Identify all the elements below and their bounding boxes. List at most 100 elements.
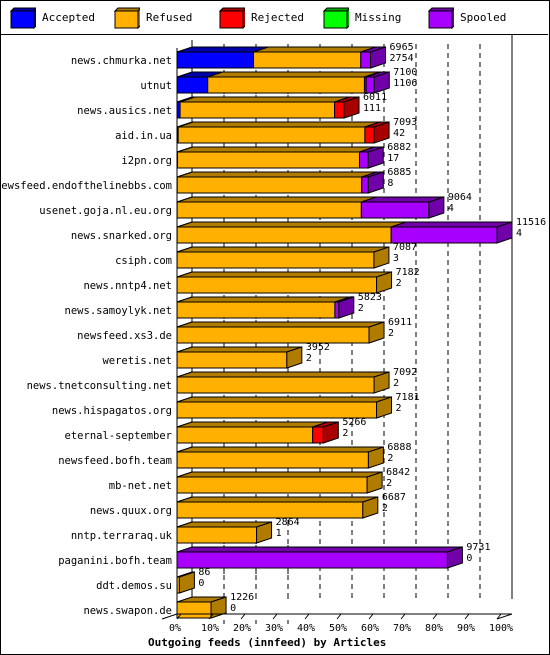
bar-group: 71812: [176, 392, 420, 419]
x-tick-label: 70%: [393, 623, 411, 634]
bar-accepted-label: 2: [358, 303, 364, 314]
bar-top-refused: [207, 71, 380, 78]
bar-total-label: 11516: [516, 217, 546, 228]
bar-accepted-label: 2: [306, 353, 312, 364]
category-label: mb-net.net: [109, 480, 172, 492]
bar-accepted-label: 42: [393, 128, 405, 139]
bar-segment-refused: [176, 201, 362, 219]
bar-segment-spooled: [390, 226, 498, 244]
bar-group: 90644: [176, 192, 472, 219]
bar-segment-refused: [176, 451, 369, 469]
x-tick-label: 50%: [329, 623, 347, 634]
bar-accepted-label: 0: [198, 578, 204, 589]
bar-total-label: 86: [198, 567, 210, 578]
bar-top-refused: [176, 221, 407, 228]
bar-segment-rejected: [364, 126, 375, 144]
bar-accepted-label: 0: [230, 603, 236, 614]
bar-segment-refused: [253, 51, 362, 69]
category-label: news.chmurka.net: [71, 55, 172, 67]
bar-total-label: 7092: [393, 367, 417, 378]
bar-accepted-label: 2: [387, 453, 393, 464]
bar-top-refused: [176, 496, 378, 503]
bar-total-label: 6911: [388, 317, 412, 328]
bar-total-label: 3952: [306, 342, 330, 353]
bar-segment-refused: [176, 526, 258, 544]
bar-accepted-label: 8: [387, 178, 393, 189]
bar-segment-spooled: [334, 301, 340, 319]
bar-group: 71822: [176, 267, 420, 294]
bar-top-refused: [177, 146, 375, 153]
category-label: usenet.goja.nl.eu.org: [39, 205, 172, 217]
category-label: nntp.terraraq.uk: [71, 530, 173, 542]
bar-total-label: 6888: [387, 442, 411, 453]
bar-group: 6011111: [176, 92, 387, 119]
bar-segment-refused: [176, 501, 364, 519]
bar-accepted-label: 4: [448, 203, 454, 214]
bar-group: 68422: [176, 467, 410, 494]
x-tick: [304, 613, 310, 620]
bar-accepted-label: 0: [466, 553, 472, 564]
bar-segment-refused: [176, 151, 360, 169]
bar-segment-accepted: [176, 51, 255, 69]
x-tick: [464, 613, 470, 620]
bar-top-refused: [176, 321, 385, 328]
x-tick-label: 0%: [169, 623, 181, 634]
x-tick: [432, 613, 438, 620]
bar-top-refused: [176, 396, 392, 403]
x-tick: [336, 613, 342, 620]
category-label: weretis.net: [102, 355, 172, 367]
bar-accepted-label: 111: [363, 103, 381, 114]
x-tick-label: 20%: [233, 623, 251, 634]
bar-top-refused: [176, 296, 351, 303]
x-tick: [240, 613, 246, 620]
category-label: news.hispagatos.org: [52, 405, 172, 417]
bar-top-refused: [176, 271, 392, 278]
bar-segment-refused: [176, 376, 375, 394]
x-tick-label: 10%: [201, 623, 219, 634]
bar-top-refused: [176, 471, 383, 478]
bar-segment-spooled: [361, 176, 369, 194]
x-tick-label: 40%: [297, 623, 315, 634]
category-label: news.ausics.net: [77, 105, 172, 117]
x-tick-label: 80%: [425, 623, 443, 634]
bar-group: 709342: [176, 117, 417, 144]
bar-group: 66872: [176, 492, 406, 519]
bar-total-label: 9064: [448, 192, 472, 203]
bar-total-label: 6885: [387, 167, 411, 178]
bar-top-refused: [176, 196, 377, 203]
bar-segment-refused: [207, 76, 365, 94]
bar-total-label: 7087: [393, 242, 417, 253]
bar-top-spooled: [176, 546, 463, 553]
category-label: news.tnetconsulting.net: [27, 380, 172, 392]
category-label: newsfeed.bofh.team: [58, 455, 172, 467]
bar-segment-spooled: [360, 201, 430, 219]
x-axis-title: Outgoing feeds (innfeed) by Articles: [148, 636, 386, 649]
bar-total-label: 6965: [390, 42, 414, 53]
bar-segment-refused: [176, 251, 375, 269]
category-label: news.samoylyk.net: [65, 305, 172, 317]
x-tick-label: 60%: [361, 623, 379, 634]
bar-top-refused: [178, 121, 381, 128]
x-tick: [400, 613, 406, 620]
bar-accepted-label: 3: [393, 253, 399, 264]
category-label: aid.in.ua: [115, 130, 172, 142]
bar-segment-refused: [176, 601, 212, 619]
bar-accepted-label: 2754: [390, 53, 414, 64]
bar-accepted-label: 2: [342, 428, 348, 439]
x-tick-label: 90%: [457, 623, 475, 634]
bar-total-label: 6011: [363, 92, 387, 103]
bar-total-label: 7100: [393, 67, 417, 78]
category-label: paganini.bofh.team: [58, 555, 172, 567]
bar-total-label: 7093: [393, 117, 417, 128]
category-label: news.quux.org: [90, 505, 172, 517]
bar-top-refused: [253, 46, 376, 53]
bar-total-label: 5823: [358, 292, 382, 303]
bar-segment-accepted: [176, 76, 209, 94]
bar-total-label: 7181: [396, 392, 420, 403]
bar-segment-refused: [176, 351, 288, 369]
bar-segment-spooled: [176, 551, 448, 569]
bar-accepted-label: 17: [387, 153, 399, 164]
bar-group: 69652754: [176, 42, 414, 69]
bar-segment-refused: [176, 176, 363, 194]
bar-top-refused: [177, 171, 377, 178]
